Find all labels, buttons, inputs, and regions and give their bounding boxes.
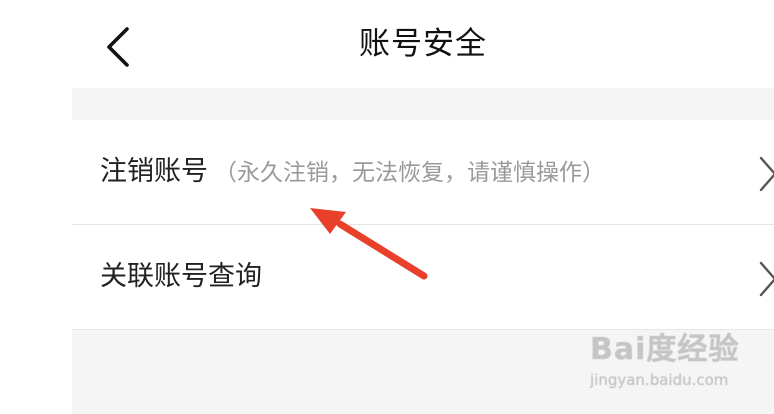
settings-list: 注销账号 （永久注销，无法恢复，请谨慎操作） 关联账号查询 xyxy=(72,120,774,330)
menu-item-linked-accounts[interactable]: 关联账号查询 xyxy=(72,225,774,330)
menu-item-label: 关联账号查询 xyxy=(100,261,262,292)
chevron-left-icon xyxy=(107,27,129,67)
menu-item-hint: （永久注销，无法恢复，请谨慎操作） xyxy=(214,160,605,186)
menu-item-delete-account[interactable]: 注销账号 （永久注销，无法恢复，请谨慎操作） xyxy=(72,120,774,225)
watermark-url: jingyan.baidu.com xyxy=(590,371,729,389)
baidu-jingyan-watermark: Bai度经验 jingyan.baidu.com xyxy=(590,330,760,408)
chevron-right-icon xyxy=(758,261,774,297)
menu-item-label: 注销账号 xyxy=(100,156,208,187)
back-button[interactable] xyxy=(100,24,140,70)
page-title: 账号安全 xyxy=(359,26,487,62)
chevron-right-icon xyxy=(758,156,774,192)
left-margin xyxy=(0,0,72,414)
watermark-logo: Bai度经验 xyxy=(590,332,740,367)
